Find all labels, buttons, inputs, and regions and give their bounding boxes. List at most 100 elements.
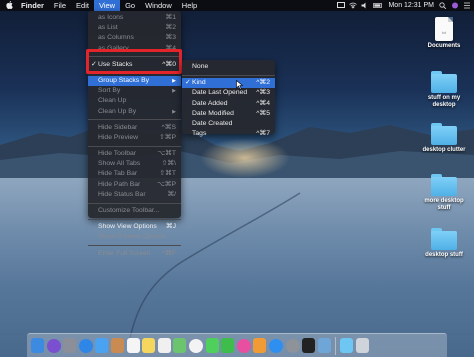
menu-separator	[182, 74, 275, 76]
app-store-icon[interactable]	[268, 338, 283, 353]
menu-item-label: Hide Status Bar	[98, 190, 146, 198]
desktop-item-stuff-on-my-desktop[interactable]: stuff on my desktop	[414, 71, 474, 109]
desktop-item-more-desktop-stuff[interactable]: more desktop stuff	[414, 174, 474, 212]
view-menu-item: Enter Full Screen ^⌘F	[88, 249, 181, 259]
launchpad-icon[interactable]	[63, 338, 77, 353]
spotlight-icon[interactable]	[439, 2, 447, 10]
menu-shortcut: ⌘3	[165, 34, 176, 42]
group-by-item[interactable]: Date Created	[182, 119, 275, 129]
menu-view[interactable]: View	[93, 0, 121, 11]
messages-icon[interactable]	[205, 338, 219, 353]
mail-icon[interactable]	[95, 338, 109, 353]
menu-item-label: Hide Tab Bar	[98, 170, 138, 178]
tutorial-highlight-box	[86, 49, 182, 74]
menu-item-label: as Columns	[98, 34, 134, 42]
battery-icon[interactable]	[373, 2, 383, 9]
menu-item-label: Kind	[192, 79, 206, 87]
group-by-item[interactable]: Date Last Opened ^⌘3	[182, 88, 275, 98]
desktop-item-label: desktop stuff	[425, 252, 463, 258]
desktop-item-desktop-clutter[interactable]: desktop clutter	[414, 123, 474, 154]
menu-shortcut: ⌥⌘P	[156, 180, 176, 188]
view-menu-item: Hide Path Bar ⌥⌘P	[88, 180, 181, 190]
menu-item-label: Clean Up By	[98, 107, 137, 115]
group-by-item[interactable]: Date Added ^⌘4	[182, 99, 275, 109]
view-menu-item: as Icons ⌘1	[88, 13, 181, 23]
submenu-arrow-icon: ▶	[172, 77, 176, 84]
view-menu-item: Clean Up	[88, 96, 181, 106]
group-stacks-submenu: None ✓ Kind ^⌘2 Date Last Opened ^⌘3 Date Adde…	[182, 60, 275, 137]
menu-finder[interactable]: Finder	[16, 0, 49, 11]
sunset-glow	[200, 138, 290, 178]
photos-icon[interactable]	[188, 338, 203, 353]
menu-shortcut: ⌘1	[165, 14, 176, 21]
menu-item-label: Hide Sidebar	[98, 123, 138, 131]
checkmark-icon: ✓	[185, 79, 191, 87]
maps-icon[interactable]	[173, 338, 187, 353]
menu-item-label: Hide Path Bar	[98, 180, 141, 188]
finder-icon[interactable]	[31, 338, 44, 353]
desktop-item-label: desktop clutter	[422, 147, 466, 153]
ibooks-icon[interactable]	[253, 338, 267, 353]
menu-separator	[88, 145, 181, 147]
submenu-arrow-icon: ▶	[172, 88, 176, 95]
calendar-icon[interactable]	[126, 338, 140, 353]
apple-menu-icon[interactable]	[6, 0, 16, 11]
menu-edit[interactable]: Edit	[71, 0, 94, 11]
menu-window[interactable]: Window	[140, 0, 177, 11]
dock	[27, 333, 447, 357]
menu-separator	[88, 218, 181, 220]
menu-separator	[88, 202, 181, 204]
desktop-item-label: stuff on my desktop	[427, 95, 461, 108]
group-by-item[interactable]: ✓ Kind ^⌘2	[182, 78, 275, 89]
folder-icon	[431, 174, 457, 196]
desert-floor	[0, 178, 474, 357]
view-menu-item: Clean Up By ▶	[88, 107, 181, 117]
desktop-item-label: Documents	[427, 43, 461, 49]
facetime-icon[interactable]	[221, 338, 235, 353]
folder-icon	[431, 123, 457, 145]
group-by-item[interactable]: Tags ^⌘7	[182, 129, 275, 139]
siri-icon[interactable]	[46, 338, 61, 353]
menu-item-label: Date Created	[192, 119, 233, 127]
menu-file[interactable]: File	[49, 0, 71, 11]
volume-icon[interactable]	[361, 2, 368, 9]
reminders-icon[interactable]	[157, 338, 171, 353]
menu-shortcut: ⌘2	[165, 24, 176, 32]
trash-icon[interactable]	[355, 338, 369, 353]
system-preferences-icon[interactable]	[285, 338, 300, 353]
menu-item-label: Show Preview Options	[98, 233, 167, 241]
document-icon: txt	[435, 17, 453, 41]
view-menu-item: Hide Preview ⇧⌘P	[88, 133, 181, 143]
desktop-item-label: more desktop stuff	[424, 198, 464, 211]
notification-center-icon[interactable]	[463, 2, 470, 9]
menubar-clock[interactable]: Mon 12:31 PM	[388, 2, 434, 9]
group-by-item[interactable]: None	[182, 62, 275, 72]
wifi-icon[interactable]	[349, 2, 358, 9]
terminal-icon[interactable]	[302, 338, 316, 353]
view-menu-item: Hide Sidebar ^⌘S	[88, 123, 181, 133]
itunes-icon[interactable]	[236, 338, 251, 353]
menu-help[interactable]: Help	[177, 0, 202, 11]
menu-shortcut: ^⌘2	[256, 79, 270, 87]
siri-icon[interactable]	[451, 2, 458, 9]
menu-shortcut: ⌘J	[165, 223, 176, 231]
safari-icon[interactable]	[78, 338, 93, 353]
folder-icon	[431, 228, 457, 250]
screen-share-icon[interactable]	[337, 2, 346, 9]
menu-item-label: Sort By	[98, 87, 121, 95]
contacts-icon[interactable]	[110, 338, 124, 353]
view-menu-item: Customize Toolbar...	[88, 206, 181, 216]
mouse-pointer-icon	[236, 80, 243, 90]
view-menu-item[interactable]: Show View Options ⌘J	[88, 222, 181, 232]
folder-icon[interactable]	[340, 338, 354, 353]
group-by-item[interactable]: Date Modified ^⌘5	[182, 109, 275, 119]
desktop-item-documents[interactable]: txt Documents	[414, 17, 474, 50]
menu-item-label: as Icons	[98, 14, 124, 21]
desktop-item-desktop-stuff[interactable]: desktop stuff	[414, 228, 474, 259]
rock-trail	[127, 192, 301, 349]
preview-icon[interactable]	[317, 338, 331, 353]
notes-icon[interactable]	[142, 338, 156, 353]
menu-item-label: Date Last Opened	[192, 89, 248, 97]
menu-go[interactable]: Go	[120, 0, 140, 11]
view-menu-item[interactable]: Group Stacks By ▶	[88, 75, 181, 87]
